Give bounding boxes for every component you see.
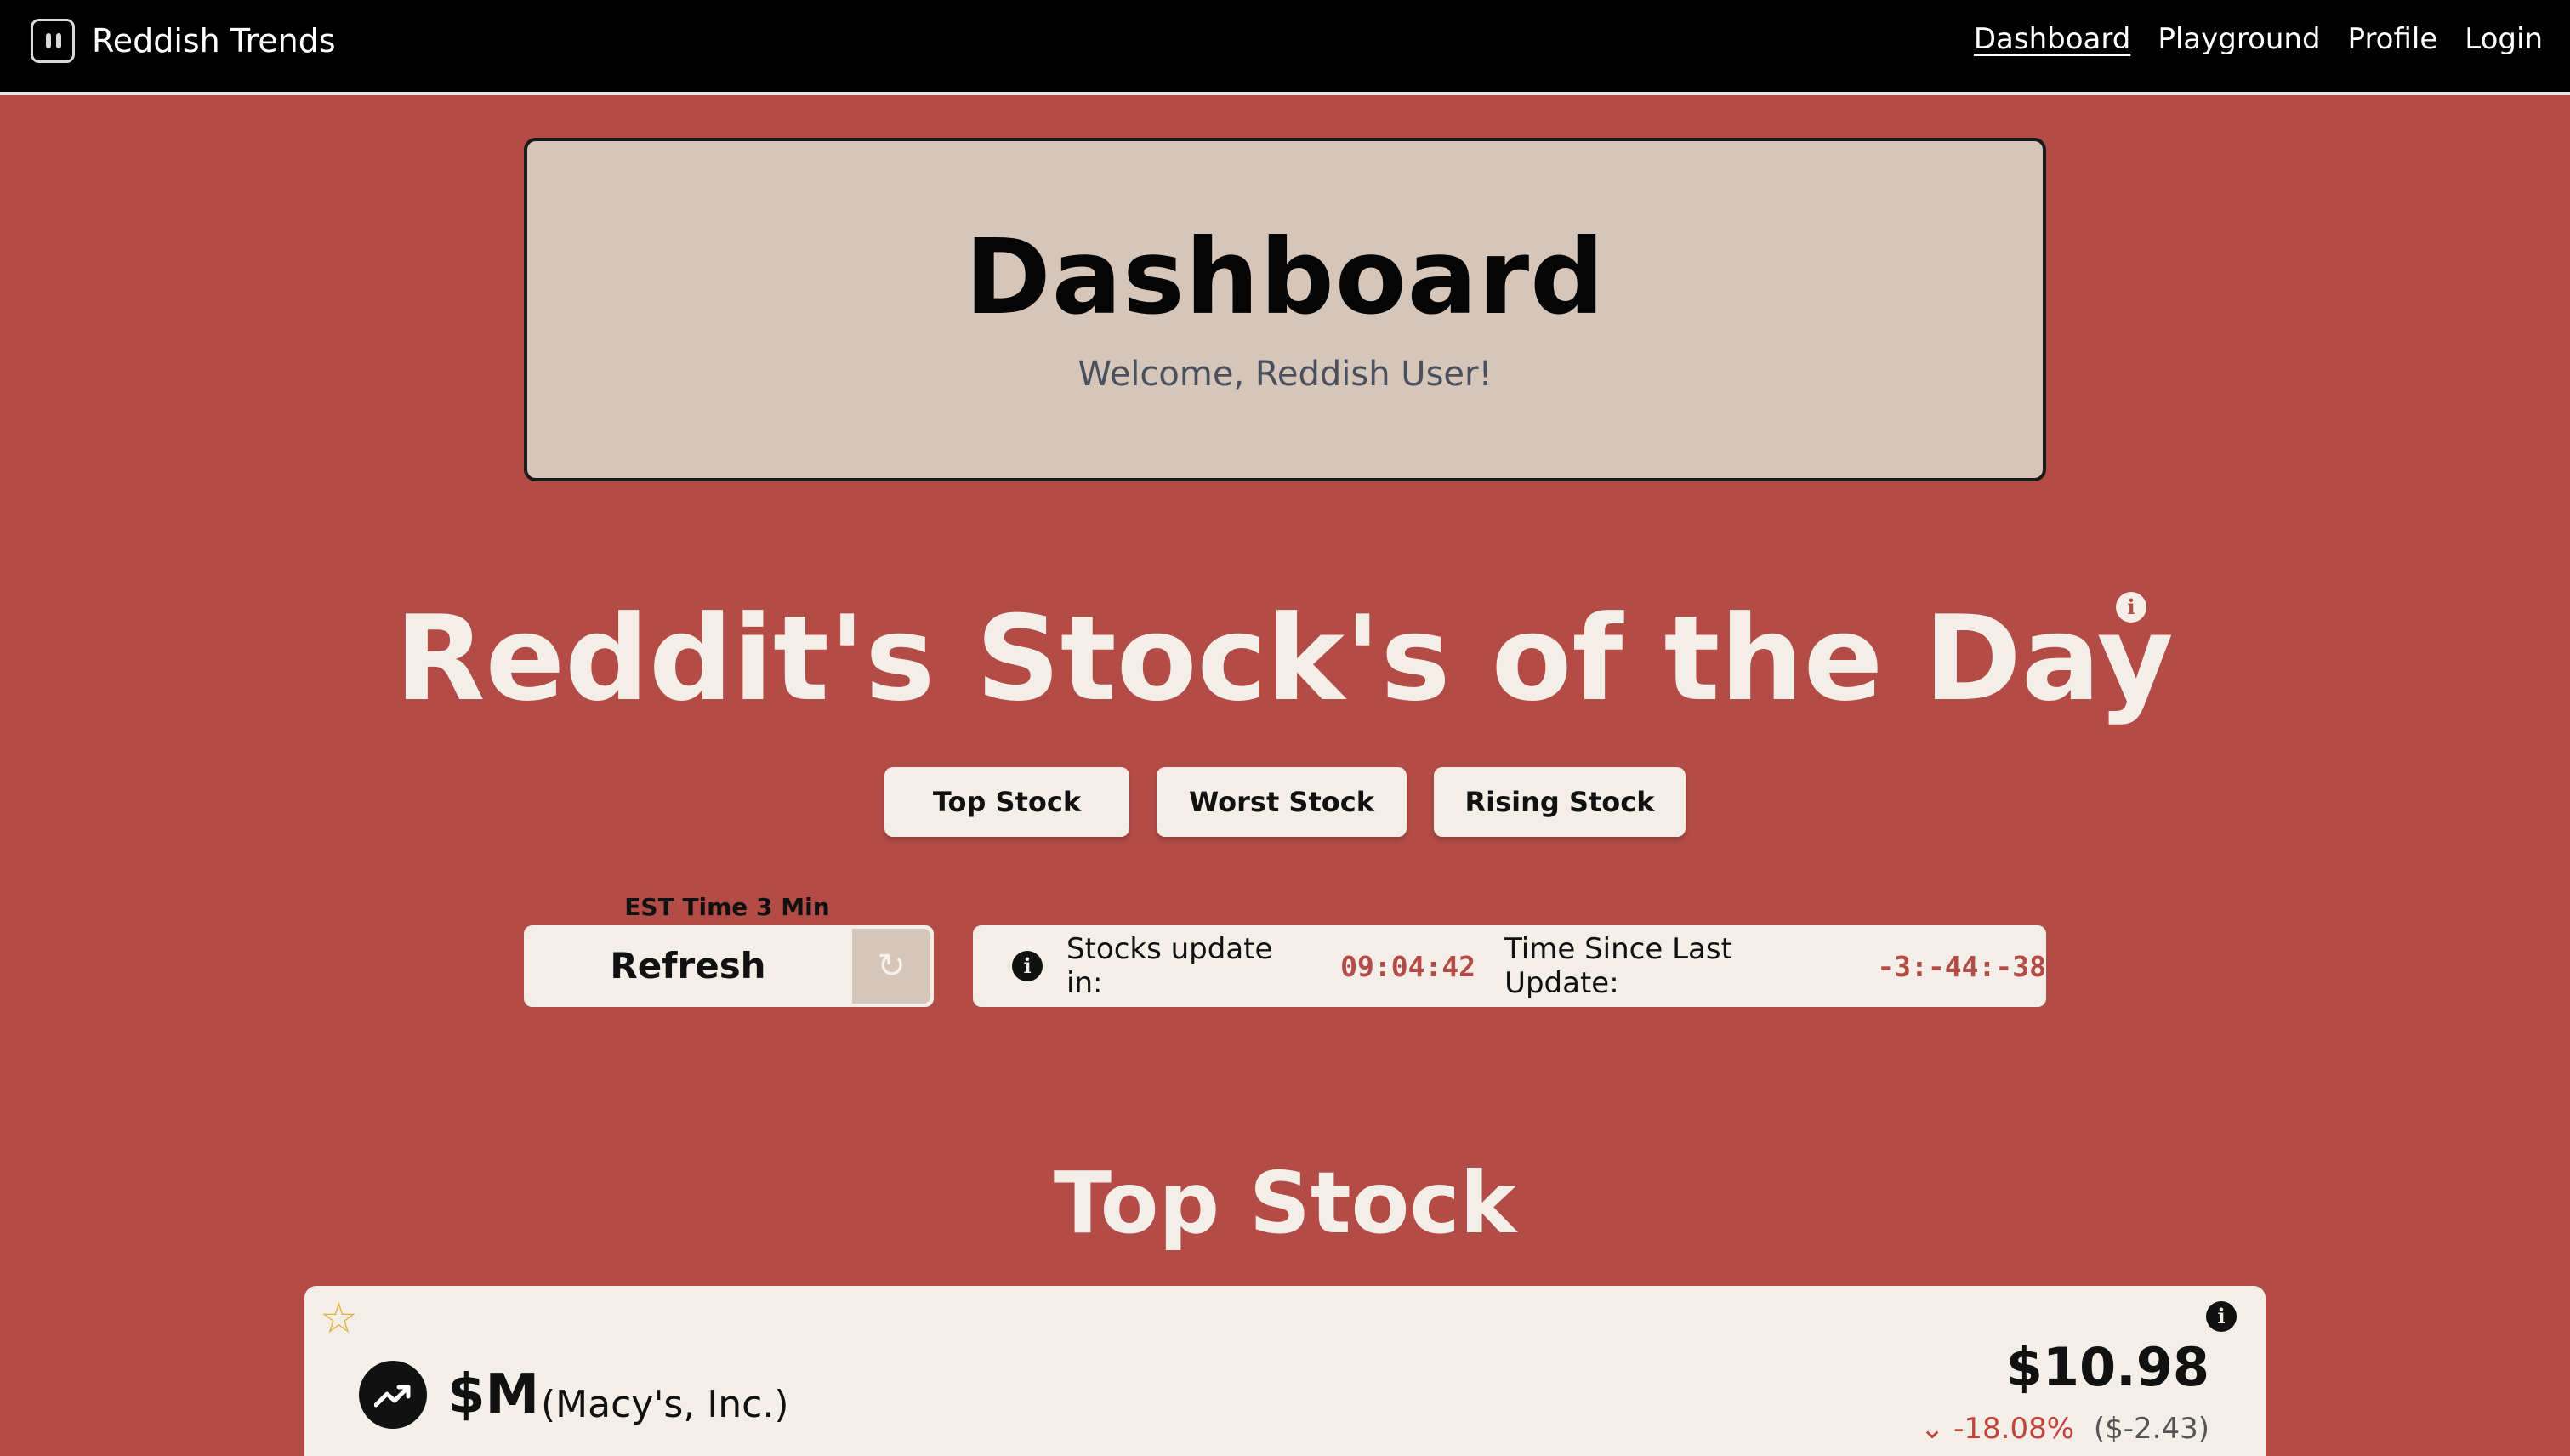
change-percent: -18.08%	[1953, 1412, 2075, 1446]
update-status: i Stocks update in: 09:04:42 Time Since …	[973, 925, 2046, 1007]
chevron-down-icon: ⌄	[1919, 1412, 1945, 1446]
stock-card: ☆ i $M (Macy's, Inc.) $10.98 ⌄ -18.08% (…	[304, 1286, 2266, 1456]
info-icon[interactable]: i	[2116, 592, 2146, 623]
change-amount: ($-2.43)	[2093, 1412, 2209, 1446]
refresh-icon: ↻	[877, 947, 906, 986]
rising-stock-button[interactable]: Rising Stock	[1434, 767, 1686, 837]
info-icon[interactable]: i	[1012, 951, 1043, 981]
navbar: Reddish Trends Dashboard Playground Prof…	[0, 0, 2570, 95]
welcome-message: Welcome, Reddish User!	[1077, 355, 1493, 394]
last-update-label: Time Since Last Update:	[1504, 932, 1732, 1000]
page-title: Dashboard	[964, 217, 1606, 338]
brand-name: Reddish Trends	[92, 22, 336, 60]
star-outline-icon[interactable]: ☆	[320, 1294, 358, 1342]
update-countdown-label: Stocks update in:	[1066, 932, 1273, 1000]
time-since-update: -3:-44:-38	[1877, 949, 2046, 983]
nav-link-login[interactable]: Login	[2465, 19, 2543, 60]
stock-ticker: $M	[447, 1363, 540, 1426]
trending-up-icon	[359, 1361, 427, 1429]
nav-link-playground[interactable]: Playground	[2158, 19, 2320, 60]
app-logo-icon	[31, 19, 75, 63]
stock-price: $10.98	[2005, 1336, 2209, 1398]
refresh-control: Refresh ↻	[524, 925, 934, 1007]
update-countdown: 09:04:42	[1340, 949, 1476, 983]
refresh-button[interactable]: ↻	[852, 929, 930, 1004]
nav-link-dashboard[interactable]: Dashboard	[1974, 19, 2130, 60]
brand[interactable]: Reddish Trends	[31, 17, 336, 65]
company-name: (Macy's, Inc.)	[541, 1383, 789, 1426]
nav-link-profile[interactable]: Profile	[2348, 19, 2438, 60]
est-time-label: EST Time 3 Min	[624, 893, 830, 921]
section-title: Top Stock	[1053, 1153, 1517, 1253]
nav-links: Dashboard Playground Profile Login	[1947, 19, 2543, 60]
worst-stock-button[interactable]: Worst Stock	[1157, 767, 1407, 837]
price-change: ⌄ -18.08% ($-2.43)	[1920, 1405, 2209, 1453]
top-stock-button[interactable]: Top Stock	[884, 767, 1129, 837]
info-icon[interactable]: i	[2206, 1301, 2237, 1332]
header-card: Dashboard Welcome, Reddish User!	[524, 138, 2046, 481]
refresh-label: Refresh	[610, 945, 766, 987]
stocks-of-the-day-heading: Reddit's Stock's of the Day	[395, 590, 2174, 727]
